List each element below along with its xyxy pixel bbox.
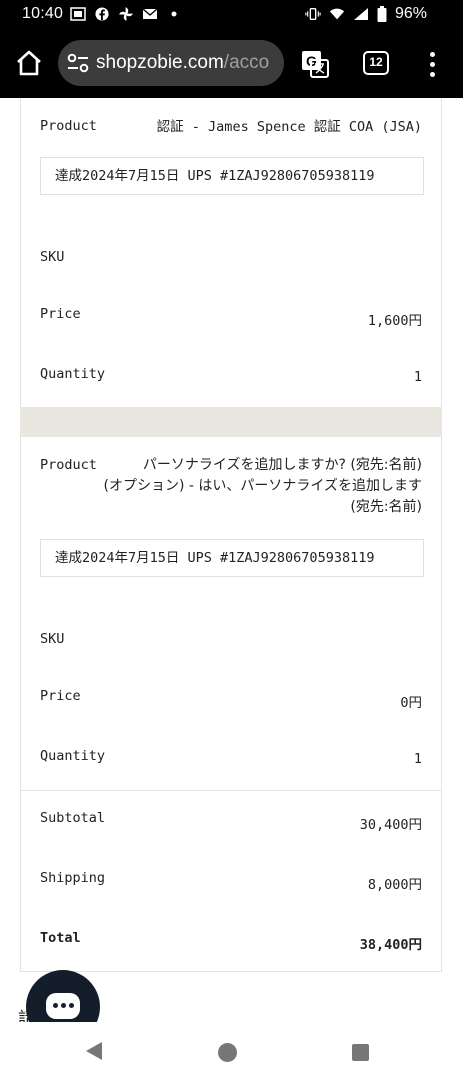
quantity-value: 1 <box>413 751 422 767</box>
order-item: Product パーソナライズを追加しますか? (宛先:名前) (オプション) … <box>20 437 442 790</box>
sku-label: SKU <box>40 249 65 265</box>
system-nav-bar <box>0 1022 463 1080</box>
facebook-icon <box>95 7 109 21</box>
quantity-label: Quantity <box>40 748 106 764</box>
vibrate-icon <box>305 7 321 20</box>
subtotal-label: Subtotal <box>40 810 106 826</box>
price-label: Price <box>40 306 81 322</box>
signal-icon <box>353 8 368 20</box>
battery-icon <box>377 6 387 22</box>
pinwheel-icon <box>119 7 133 21</box>
status-time: 10:40 <box>22 5 64 22</box>
more-menu-icon[interactable] <box>422 50 442 78</box>
order-totals: Subtotal 30,400円 Shipping 8,000円 Total 3… <box>20 791 442 972</box>
shipping-value: 8,000円 <box>367 877 422 893</box>
item-divider <box>20 407 442 437</box>
back-icon[interactable] <box>86 1042 102 1060</box>
translate-icon[interactable]: G <box>300 49 330 79</box>
order-item: Product 認証 - James Spence 認証 COA (JSA) 達… <box>20 98 442 407</box>
product-name: 認証 - James Spence 認証 COA (JSA) <box>156 119 422 135</box>
wifi-icon <box>329 8 345 20</box>
url-host: shopzobie.com <box>96 52 224 73</box>
chat-icon <box>46 993 80 1019</box>
subtotal-value: 30,400円 <box>359 817 422 833</box>
dot-icon <box>171 11 177 17</box>
site-settings-icon[interactable] <box>66 52 90 74</box>
price-value: 1,600円 <box>367 313 422 329</box>
sku-label: SKU <box>40 631 65 647</box>
recents-icon[interactable] <box>352 1044 369 1061</box>
home-circle-icon[interactable] <box>218 1043 237 1062</box>
home-icon[interactable] <box>14 48 44 78</box>
product-label: Product <box>40 457 97 473</box>
url-path: /acco <box>223 52 270 73</box>
order-details: Product 認証 - James Spence 認証 COA (JSA) 達… <box>0 98 463 1022</box>
product-name: パーソナライズを追加しますか? (宛先:名前) (オプション) - はい、パーソ… <box>104 455 422 518</box>
price-label: Price <box>40 688 81 704</box>
sim-icon <box>70 7 86 21</box>
price-value: 0円 <box>400 695 422 711</box>
product-name-line: (オプション) - はい、パーソナライズを追加します <box>103 478 422 494</box>
quantity-label: Quantity <box>40 366 106 382</box>
product-label: Product <box>40 118 97 134</box>
tab-switcher-button[interactable]: 12 <box>363 51 389 75</box>
product-name-line: (宛先:名前) <box>350 499 422 515</box>
product-name-line: パーソナライズを追加しますか? (宛先:名前) <box>142 457 422 473</box>
shipping-label: Shipping <box>40 870 106 886</box>
fulfillment-note: 達成2024年7月15日 UPS #1ZAJ92806705938119 <box>40 157 424 195</box>
browser-toolbar: shopzobie.com/acco G 12 <box>0 30 463 98</box>
mail-icon <box>142 8 158 19</box>
address-bar[interactable]: shopzobie.com/acco <box>58 40 284 86</box>
total-value: 38,400円 <box>359 937 422 953</box>
url-text[interactable]: shopzobie.com/acco <box>96 52 269 74</box>
quantity-value: 1 <box>413 369 422 385</box>
battery-percent: 96% <box>394 5 427 22</box>
total-label: Total <box>40 930 81 946</box>
status-bar: 10:40 96% <box>0 0 463 30</box>
fulfillment-note: 達成2024年7月15日 UPS #1ZAJ92806705938119 <box>40 539 424 577</box>
